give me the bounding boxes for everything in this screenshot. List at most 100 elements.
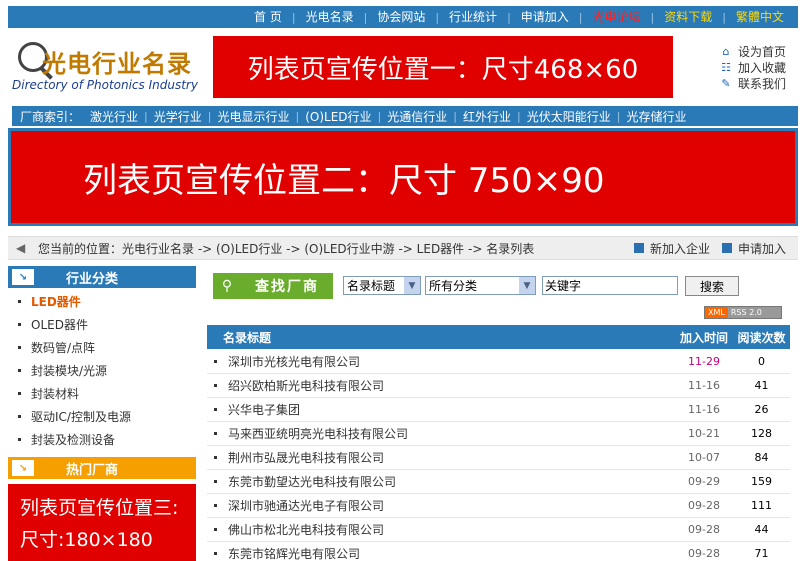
breadcrumb-links: 新加入企业 申请加入: [622, 240, 798, 257]
company-name: 荆州市弘晟光电科技有限公司: [228, 451, 385, 465]
read-count: 0: [758, 355, 765, 368]
nav-statistics[interactable]: 行业统计: [439, 6, 507, 28]
bullet-icon: [18, 369, 21, 372]
apply-join-link[interactable]: 申请加入: [721, 240, 786, 257]
read-count: 44: [754, 523, 769, 536]
category-select[interactable]: 所有分类 ▼: [425, 276, 536, 295]
read-count: 159: [751, 475, 772, 488]
contact-us-link[interactable]: ✎ 联系我们: [720, 75, 804, 91]
category-heading: ↘ 行业分类: [8, 266, 196, 288]
nav-directory[interactable]: 光电名录: [296, 6, 364, 28]
index-category-infrared[interactable]: 红外行业: [457, 108, 517, 125]
company-link[interactable]: 东莞市铭辉光电有限公司: [207, 545, 675, 561]
read-count: 71: [754, 547, 769, 560]
category-item-digit-displays[interactable]: 数码管/点阵: [8, 336, 196, 359]
vendor-index-label: 厂商索引：: [20, 109, 81, 124]
index-category-laser[interactable]: 激光行业: [84, 108, 144, 125]
table-row: 马来西亚统明亮光电科技有限公司 10-21 128: [207, 422, 790, 446]
rss-feed-badge[interactable]: XML RSS 2.0: [704, 306, 782, 319]
nav-association[interactable]: 协会网站: [367, 6, 435, 28]
header-reads: 阅读次数: [737, 330, 786, 345]
nav-apply[interactable]: 申请加入: [511, 6, 579, 28]
index-category-solar[interactable]: 光伏太阳能行业: [521, 108, 617, 125]
read-count: 26: [754, 403, 769, 416]
table-row: 东莞市勤望达光电科技有限公司 09-29 159: [207, 470, 790, 494]
index-category-optical-comm[interactable]: 光通信行业: [381, 108, 453, 125]
search-field-select[interactable]: 名录标题 ▼: [343, 276, 421, 295]
category-item-equipment[interactable]: 封装及检测设备: [8, 428, 196, 451]
category-list: LED器件 OLED器件 数码管/点阵 封装模块/光源 封装材料 驱动IC/控制…: [8, 290, 196, 451]
join-date: 11-29: [688, 355, 720, 368]
join-date: 09-29: [688, 475, 720, 488]
nav-home[interactable]: 首 页: [244, 6, 292, 28]
bullet-icon: [214, 504, 217, 507]
bullet-icon: [214, 456, 217, 459]
bullet-icon: [18, 300, 21, 303]
favorites-icon: ☷: [721, 60, 731, 74]
arrow-box-icon: [633, 243, 644, 253]
top-nav: 首 页 | 光电名录 | 协会网站 | 行业统计 | 申请加入 | 光电论坛 | 资料下载 |…: [8, 6, 798, 28]
category-item-driver-ic[interactable]: 驱动IC/控制及电源: [8, 405, 196, 428]
category-item-materials[interactable]: 封装材料: [8, 382, 196, 405]
table-row: 佛山市松北光电科技有限公司 09-28 44: [207, 518, 790, 542]
company-name: 东莞市勤望达光电科技有限公司: [228, 475, 397, 489]
company-link[interactable]: 佛山市松北光电科技有限公司: [207, 521, 675, 538]
nav-downloads[interactable]: 资料下载: [654, 6, 722, 28]
read-count: 111: [751, 499, 772, 512]
company-name: 绍兴欧柏斯光电科技有限公司: [228, 379, 385, 393]
join-date: 09-28: [688, 523, 720, 536]
listing-table-header: 名录标题 加入时间 阅读次数: [207, 325, 790, 349]
add-favorites-link[interactable]: ☷ 加入收藏: [720, 59, 804, 75]
hot-vendors-heading: ↘ 热门厂商: [8, 457, 196, 479]
table-row: 绍兴欧柏斯光电科技有限公司 11-16 41: [207, 374, 790, 398]
read-count: 128: [751, 427, 772, 440]
category-item-led-devices[interactable]: LED器件: [8, 290, 196, 313]
ad-banner-3[interactable]: 列表页宣传位置三: 尺寸:180×180: [8, 484, 196, 561]
category-item-modules[interactable]: 封装模块/光源: [8, 359, 196, 382]
index-category-led[interactable]: (O)LED行业: [299, 108, 377, 125]
company-link[interactable]: 绍兴欧柏斯光电科技有限公司: [207, 377, 675, 394]
new-companies-link[interactable]: 新加入企业: [633, 240, 710, 257]
magnifier-icon: ⚲: [221, 278, 233, 294]
category-item-label: 驱动IC/控制及电源: [31, 410, 131, 424]
nav-traditional-chinese[interactable]: 繁體中文: [726, 6, 794, 28]
ad-banner-1[interactable]: 列表页宣传位置一：尺寸468×60: [213, 36, 673, 98]
company-link[interactable]: 东莞市勤望达光电科技有限公司: [207, 473, 675, 490]
company-name: 佛山市松北光电科技有限公司: [228, 523, 385, 537]
category-select-value: 所有分类: [429, 279, 478, 293]
chevron-down-icon: ▼: [519, 277, 535, 294]
index-category-display[interactable]: 光电显示行业: [211, 108, 295, 125]
hot-vendors-heading-label: 热门厂商: [66, 462, 119, 478]
vendor-index-bar: 厂商索引： 激光行业 | 光学行业 | 光电显示行业 | (O)LED行业 | 光通信行…: [12, 106, 798, 126]
logo-title: 光电行业名录: [42, 50, 192, 78]
read-count: 84: [754, 451, 769, 464]
bullet-icon: [214, 480, 217, 483]
ad-banner-3-line1: 列表页宣传位置三:: [20, 497, 179, 519]
company-link[interactable]: 兴华电子集团: [207, 401, 675, 418]
bullet-icon: [214, 552, 217, 555]
category-item-oled-devices[interactable]: OLED器件: [8, 313, 196, 336]
company-link[interactable]: 马来西亚统明亮光电科技有限公司: [207, 425, 675, 442]
search-button[interactable]: 搜索: [685, 276, 739, 296]
company-link[interactable]: 深圳市光核光电有限公司: [207, 353, 675, 370]
site-logo[interactable]: 光电行业名录 Directory of Photonics Industry: [12, 40, 204, 100]
join-date: 09-28: [688, 547, 720, 560]
join-date: 10-21: [688, 427, 720, 440]
nav-forum[interactable]: 光电论坛: [583, 6, 651, 28]
find-vendor-label: 查找厂商: [255, 279, 319, 295]
index-category-optics[interactable]: 光学行业: [148, 108, 208, 125]
breadcrumb-link-label: 申请加入: [737, 241, 786, 256]
ad-banner-2[interactable]: 列表页宣传位置二：尺寸 750×90: [11, 131, 795, 223]
company-link[interactable]: 荆州市弘晟光电科技有限公司: [207, 449, 675, 466]
join-date: 11-16: [688, 379, 720, 392]
index-category-storage[interactable]: 光存储行业: [620, 108, 692, 125]
category-item-label: LED器件: [31, 295, 81, 309]
quick-link-label: 设为首页: [738, 44, 787, 59]
company-link[interactable]: 深圳市驰通达光电子有限公司: [207, 497, 675, 514]
company-name: 深圳市光核光电有限公司: [228, 355, 361, 369]
speaker-icon: ◀: [16, 241, 26, 255]
breadcrumb-text: 您当前的位置：光电行业名录 -> (O)LED行业 -> (O)LED行业中游 …: [38, 241, 535, 256]
set-homepage-link[interactable]: ⌂ 设为首页: [720, 43, 804, 59]
find-vendor-button[interactable]: ⚲ 查找厂商: [213, 273, 333, 299]
keyword-input[interactable]: 关键字: [542, 276, 678, 295]
